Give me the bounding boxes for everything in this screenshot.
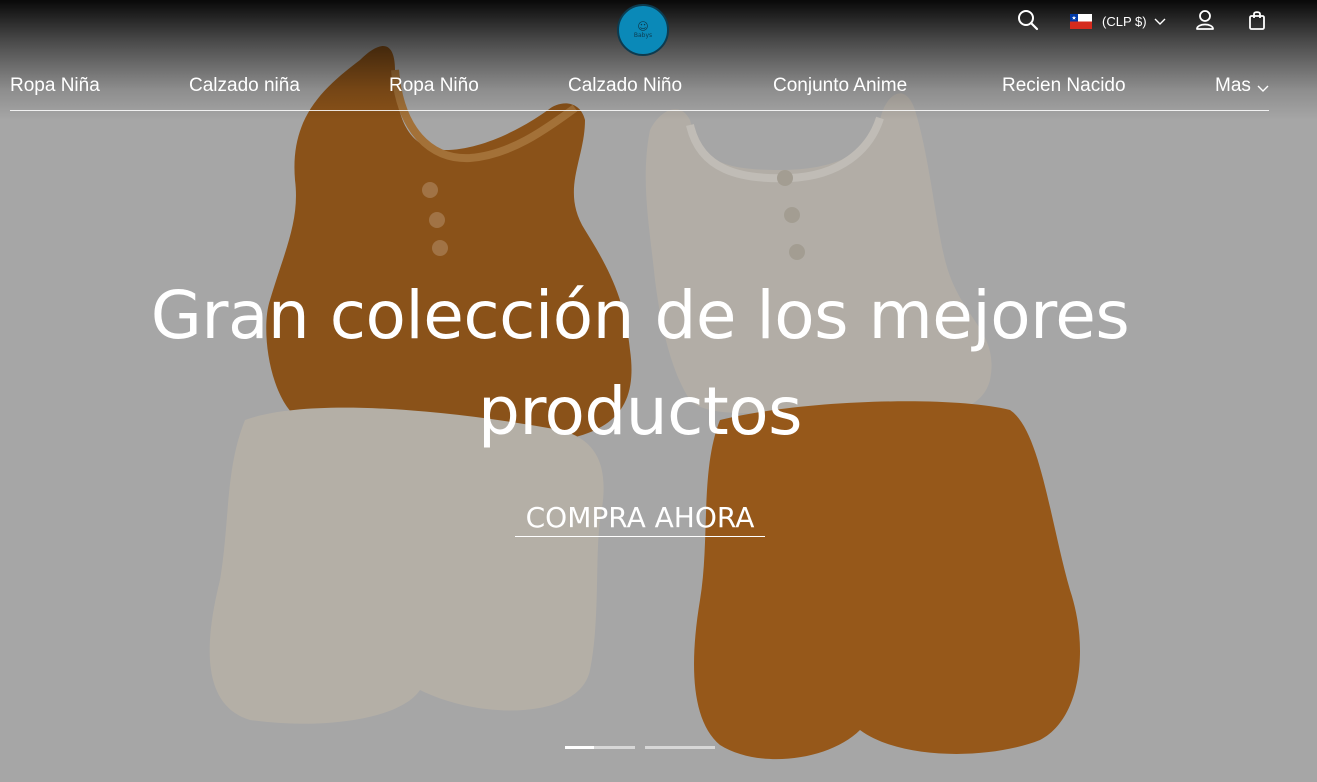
chile-flag-icon <box>1070 13 1092 29</box>
search-icon <box>1018 10 1039 31</box>
chevron-down-icon <box>1257 85 1269 92</box>
chevron-down-icon <box>1154 18 1166 25</box>
user-icon <box>1196 10 1214 30</box>
hero-banner: ☺ Babys (CLP $) Ropa Niña Calzado niña R… <box>0 0 1317 782</box>
main-nav: Ropa Niña Calzado niña Ropa Niño Calzado… <box>10 72 1269 111</box>
hero-headline-line1: Gran colección de los mejores <box>150 277 1130 354</box>
slider-dot-progress <box>565 746 595 749</box>
nav-item-mas[interactable]: Mas <box>1215 72 1269 100</box>
cart-button[interactable] <box>1245 8 1269 32</box>
hero-headline: Gran colección de los mejores productos <box>0 268 1280 460</box>
bear-icon: ☺ <box>637 19 649 33</box>
nav-item-ropa-nina[interactable]: Ropa Niña <box>10 72 100 100</box>
shop-now-button[interactable]: COMPRA AHORA <box>515 500 765 537</box>
shopping-bag-icon <box>1249 11 1265 30</box>
slider-dot-1[interactable] <box>565 746 635 749</box>
account-button[interactable] <box>1193 8 1217 32</box>
logo[interactable]: ☺ Babys <box>617 4 669 56</box>
currency-label: (CLP $) <box>1102 13 1147 29</box>
hero-headline-line2: productos <box>477 373 803 450</box>
nav-item-ropa-nino[interactable]: Ropa Niño <box>389 72 479 100</box>
nav-item-calzado-nino[interactable]: Calzado Niño <box>568 72 682 100</box>
nav-item-conjunto-anime[interactable]: Conjunto Anime <box>773 72 907 100</box>
logo-text: Babys <box>633 31 653 39</box>
nav-item-mas-label: Mas <box>1215 75 1251 96</box>
currency-selector[interactable]: (CLP $) <box>1070 10 1167 32</box>
nav-item-recien-nacido[interactable]: Recien Nacido <box>1002 72 1126 100</box>
nav-item-calzado-nina[interactable]: Calzado niña <box>189 72 300 100</box>
search-button[interactable] <box>1016 8 1040 32</box>
slider-dot-2[interactable] <box>645 746 715 749</box>
